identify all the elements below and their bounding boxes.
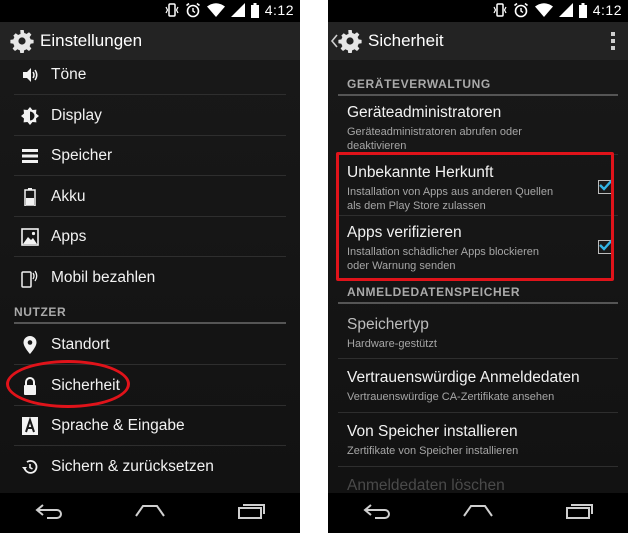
settings-item-display[interactable]: Display xyxy=(14,96,286,136)
battery-icon xyxy=(19,186,41,208)
pref-storage-type: Speichertyp Hardware-gestützt xyxy=(338,316,618,351)
settings-item-label: Speicher xyxy=(51,147,113,164)
settings-item-label: Standort xyxy=(51,336,110,353)
settings-item-standort[interactable]: Standort xyxy=(14,325,286,365)
pref-install-from-storage[interactable]: Von Speicher installieren Zertifikate vo… xyxy=(338,423,618,458)
pref-title: Vertrauenswürdige Anmeldedaten xyxy=(347,369,580,386)
settings-item-speicher[interactable]: Speicher xyxy=(14,136,286,176)
list-divider xyxy=(338,466,618,467)
pref-summary: Geräteadministratoren abrufen oder deakt… xyxy=(347,126,522,152)
recent-apps-icon[interactable] xyxy=(237,503,265,524)
navigation-bar xyxy=(328,493,628,533)
status-bar: 4:12 xyxy=(0,0,300,22)
overflow-menu-icon[interactable] xyxy=(610,31,616,56)
back-icon[interactable] xyxy=(35,503,63,524)
pref-clear-credentials: Anmeldedaten löschen xyxy=(338,477,618,493)
signal-icon xyxy=(558,3,573,17)
vibrate-icon xyxy=(165,3,179,17)
page-title: Sicherheit xyxy=(368,31,444,50)
back-icon[interactable] xyxy=(363,503,391,524)
highlight-ellipse xyxy=(6,360,130,408)
tap-pay-icon xyxy=(19,267,41,289)
settings-item-toene[interactable]: Töne xyxy=(14,60,286,95)
pref-device-administrators[interactable]: Geräteadministratoren Geräteadministrato… xyxy=(338,104,618,153)
page-title: Einstellungen xyxy=(40,31,143,50)
brightness-icon xyxy=(19,105,41,127)
language-icon xyxy=(19,415,41,437)
pref-trusted-credentials[interactable]: Vertrauenswürdige Anmeldedaten Vertrauen… xyxy=(338,369,618,404)
section-divider xyxy=(338,302,618,304)
home-icon[interactable] xyxy=(134,504,166,523)
pref-title: Von Speicher installieren xyxy=(347,423,518,440)
pref-title: Anmeldedaten löschen xyxy=(347,477,505,493)
section-header-nutzer: NUTZER xyxy=(14,305,67,319)
recent-apps-icon[interactable] xyxy=(565,503,593,524)
settings-gear-icon[interactable] xyxy=(10,29,34,53)
pref-summary: Hardware-gestützt xyxy=(347,338,437,350)
settings-item-akku[interactable]: Akku xyxy=(14,177,286,217)
settings-item-label: Töne xyxy=(51,66,87,83)
highlight-box xyxy=(336,152,614,281)
settings-item-sprache[interactable]: Sprache & Eingabe xyxy=(14,406,286,446)
status-time: 4:12 xyxy=(264,2,294,18)
settings-list[interactable]: Töne Display Speicher Akku Apps Mobil be… xyxy=(0,60,300,493)
status-time: 4:12 xyxy=(592,2,622,18)
wifi-icon xyxy=(206,3,225,17)
location-pin-icon xyxy=(19,334,41,356)
restore-icon xyxy=(19,456,41,478)
settings-item-label: Mobil bezahlen xyxy=(51,269,156,286)
pref-title: Geräteadministratoren xyxy=(347,104,502,121)
section-divider xyxy=(338,94,618,96)
status-bar: 4:12 xyxy=(328,0,628,22)
settings-item-label: Apps xyxy=(51,228,87,245)
signal-icon xyxy=(230,3,245,17)
storage-icon xyxy=(19,145,41,167)
section-divider xyxy=(14,322,286,324)
phone-screen-settings: 4:12 Einstellungen Töne Display Speicher xyxy=(0,0,300,533)
phone-screen-security: 4:12 Sicherheit GERÄTEVERWALTUNG Gerätea… xyxy=(328,0,628,533)
action-bar: Sicherheit xyxy=(328,22,628,60)
settings-item-sichern[interactable]: Sichern & zurücksetzen xyxy=(14,447,286,487)
wifi-icon xyxy=(534,3,553,17)
settings-item-label: Display xyxy=(51,107,102,124)
apps-icon xyxy=(19,226,41,248)
navigation-bar xyxy=(0,493,300,533)
list-divider xyxy=(338,412,618,413)
list-divider xyxy=(338,358,618,359)
home-icon[interactable] xyxy=(462,504,494,523)
settings-item-apps[interactable]: Apps xyxy=(14,217,286,257)
settings-item-label: Sprache & Eingabe xyxy=(51,417,185,434)
pref-summary: Zertifikate von Speicher installieren xyxy=(347,445,519,457)
section-header-geraeteverwaltung: GERÄTEVERWALTUNG xyxy=(347,77,491,91)
settings-gear-icon[interactable] xyxy=(338,29,362,53)
alarm-icon xyxy=(185,2,200,18)
section-header-anmeldedatenspeicher: ANMELDEDATENSPEICHER xyxy=(347,285,521,299)
settings-item-label: Akku xyxy=(51,188,86,205)
action-bar: Einstellungen xyxy=(0,22,300,60)
battery-status-icon xyxy=(578,2,587,18)
settings-item-label: Sichern & zurücksetzen xyxy=(51,458,214,475)
alarm-icon xyxy=(513,2,528,18)
up-chevron-icon[interactable] xyxy=(330,34,338,48)
vibrate-icon xyxy=(493,3,507,17)
pref-summary: Vertrauenswürdige CA-Zertifikate ansehen xyxy=(347,391,555,403)
settings-item-mobil-bezahlen[interactable]: Mobil bezahlen xyxy=(14,258,286,298)
pref-title: Speichertyp xyxy=(347,316,429,333)
battery-status-icon xyxy=(250,2,259,18)
speaker-icon xyxy=(19,64,41,86)
